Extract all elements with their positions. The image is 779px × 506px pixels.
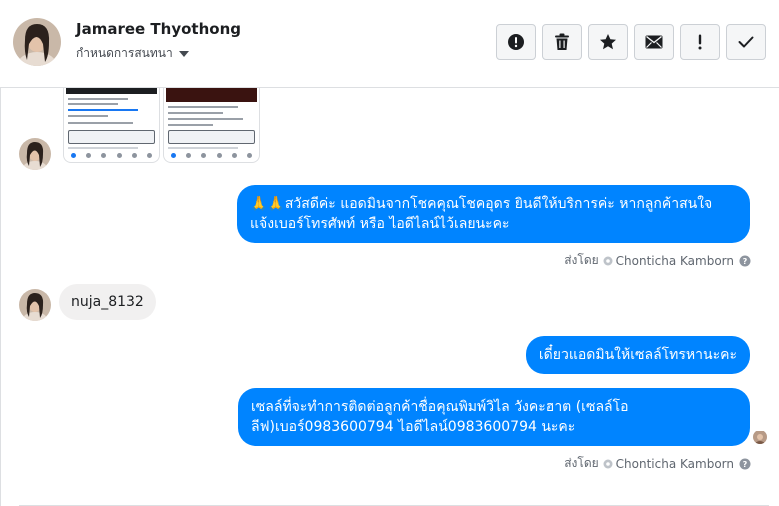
svg-text:?: ? <box>743 257 748 266</box>
conversation-thread[interactable]: 🙏🙏สวัสดีค่ะ แอดมินจากโชคคุณโชคอุดร ยินดี… <box>1 88 779 506</box>
conversation-header: Jamaree Thyothong กำหนดการสนทนา <box>0 0 779 88</box>
contact-name[interactable]: Jamaree Thyothong <box>76 20 241 38</box>
message-text: nuja_8132 <box>71 294 144 310</box>
sent-by-prefix: ส่งโดย <box>564 253 599 267</box>
sent-by-meta: ส่งโดย Chonticha Kamborn ? <box>564 251 751 270</box>
header-actions <box>496 24 766 60</box>
gear-icon <box>603 256 613 266</box>
agent-name[interactable]: Chonticha Kamborn <box>616 457 734 471</box>
message-text: เซลล์ที่จะทำการติดต่อลูกค้าชื่อคุณพิมพ์ว… <box>251 399 629 435</box>
customer-avatar[interactable] <box>19 138 51 170</box>
sent-by-prefix: ส่งโดย <box>564 456 599 470</box>
help-icon[interactable]: ? <box>739 255 751 267</box>
alert-circle-icon <box>508 34 524 50</box>
mark-unread-button[interactable] <box>634 24 674 60</box>
message-text: เดี๋ยวแอดมินให้เซลล์โทรหานะคะ <box>538 347 737 363</box>
star-icon <box>600 34 616 50</box>
check-icon <box>738 36 754 48</box>
help-icon[interactable]: ? <box>739 458 751 470</box>
image-attachment[interactable] <box>163 88 260 163</box>
assign-conversation-label: กำหนดการสนทนา <box>76 46 173 60</box>
sent-by-meta: ส่งโดย Chonticha Kamborn ? <box>564 454 751 473</box>
image-attachment[interactable] <box>63 88 160 163</box>
mark-spam-button[interactable] <box>496 24 536 60</box>
gear-icon <box>603 459 613 469</box>
incoming-message[interactable]: nuja_8132 <box>59 284 156 320</box>
contact-avatar[interactable] <box>13 18 61 66</box>
delete-button[interactable] <box>542 24 582 60</box>
outgoing-message[interactable]: เดี๋ยวแอดมินให้เซลล์โทรหานะคะ <box>525 336 750 374</box>
exclamation-icon <box>698 34 702 50</box>
caret-down-icon <box>178 50 189 57</box>
assign-conversation-dropdown[interactable]: กำหนดการสนทนา <box>76 44 189 63</box>
star-button[interactable] <box>588 24 628 60</box>
mark-done-button[interactable] <box>726 24 766 60</box>
seen-avatar <box>753 430 767 444</box>
message-text: 🙏🙏สวัสดีค่ะ แอดมินจากโชคคุณโชคอุดร ยินดี… <box>250 196 713 232</box>
outgoing-message[interactable]: 🙏🙏สวัสดีค่ะ แอดมินจากโชคคุณโชคอุดร ยินดี… <box>237 185 750 243</box>
customer-avatar[interactable] <box>19 289 51 321</box>
svg-text:?: ? <box>743 460 748 469</box>
trash-icon <box>555 33 569 50</box>
agent-name[interactable]: Chonticha Kamborn <box>616 254 734 268</box>
envelope-icon <box>645 35 663 49</box>
follow-up-button[interactable] <box>680 24 720 60</box>
outgoing-message[interactable]: เซลล์ที่จะทำการติดต่อลูกค้าชื่อคุณพิมพ์ว… <box>238 388 750 446</box>
